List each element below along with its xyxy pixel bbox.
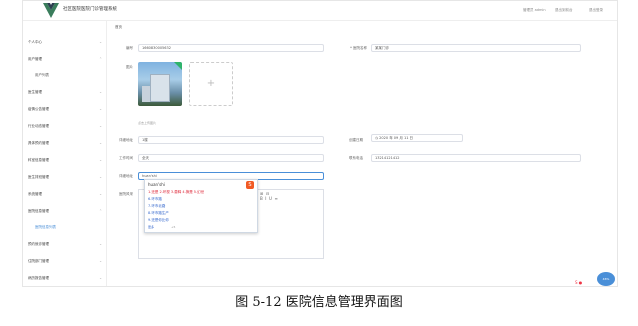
- editor-toolbar[interactable]: ⊞ ⊟ B I U ≡: [260, 191, 278, 201]
- sidebar-item-visits[interactable]: 预约就诊管理 ⌄: [28, 242, 102, 247]
- chevron-down-icon: ⌄: [99, 276, 102, 280]
- ime-candidate[interactable]: 8.环市路生产: [148, 211, 169, 216]
- upload-hint: 点击上传图片: [138, 121, 157, 125]
- top-bar: 社区医院医院门诊管理系统 管理员 admin 退出到前台 退出登录: [23, 1, 617, 21]
- ime-count: +5: [171, 225, 176, 229]
- chevron-up-icon: ⌃: [99, 209, 102, 213]
- sidebar-sub-hospital-list[interactable]: 医院信息列表: [35, 225, 56, 230]
- sidebar-item-system[interactable]: 系统管理 ⌄: [28, 192, 102, 197]
- created-label: 创建日期: [349, 138, 363, 142]
- figure-caption: 图 5-12 医院信息管理界面图: [235, 295, 403, 310]
- sidebar-item-notices[interactable]: 疫情公告管理 ⌄: [28, 107, 102, 112]
- chevron-down-icon: ⌄: [99, 141, 102, 145]
- hospital-form: 编号 1660830005632 * 医院名称 某某门诊 图片 + 点击上传图片…: [107, 34, 617, 286]
- chevron-down-icon: ⌄: [99, 192, 102, 196]
- ime-candidate[interactable]: 7.环市北路: [148, 204, 165, 209]
- hours-input[interactable]: 全天: [138, 154, 324, 162]
- chevron-down-icon: ⌄: [99, 90, 102, 94]
- app-title: 社区医院医院门诊管理系统: [63, 7, 117, 12]
- address-input[interactable]: 1楼: [138, 136, 324, 144]
- hospital-photo[interactable]: [138, 62, 182, 106]
- app-window: 社区医院医院门诊管理系统 管理员 admin 退出到前台 退出登录 个人中心 ⌄ …: [22, 0, 618, 287]
- sidebar-item-news[interactable]: 行业动态管理 ⌄: [28, 124, 102, 129]
- chevron-down-icon: ⌄: [99, 124, 102, 128]
- photo-label: 图片: [126, 65, 133, 69]
- front-link[interactable]: 退出到前台: [555, 8, 573, 13]
- chevron-down-icon: ⌄: [99, 107, 102, 111]
- ime-candidate[interactable]: 9.还是你比你: [148, 218, 169, 223]
- ime-candidate[interactable]: 1.还是 2.环视 3.患释 4.换是 5.幻世: [148, 190, 204, 195]
- tray-icons[interactable]: S ●: [575, 280, 582, 285]
- sidebar-item-schedule[interactable]: 医生排班管理 ⌄: [28, 175, 102, 180]
- chevron-up-icon: ⌃: [99, 57, 102, 61]
- logout-link[interactable]: 退出登录: [589, 8, 603, 13]
- chevron-down-icon: ⌄: [99, 158, 102, 162]
- sogou-logo-icon: S: [246, 181, 254, 189]
- sidebar-item-personal[interactable]: 个人中心 ⌄: [28, 40, 102, 45]
- ime-more-link[interactable]: 更多: [148, 225, 154, 229]
- sidebar-item-doctors[interactable]: 医生管理 ⌄: [28, 90, 102, 95]
- sidebar: 个人中心 ⌄ 用户管理 ⌃ 用户列表 医生管理 ⌄ 疫情公告管理 ⌄ 行业动态管理 ⌄ 具…: [23, 21, 107, 286]
- hours-label: 工作时间: [119, 156, 133, 160]
- intro-label: 详细地址: [119, 174, 133, 178]
- float-ball[interactable]: 46%: [597, 272, 615, 286]
- chevron-down-icon: ⌄: [99, 175, 102, 179]
- desc-label: 医院风采: [119, 192, 133, 196]
- breadcrumb[interactable]: 首页: [115, 25, 122, 30]
- check-badge-icon: [174, 62, 182, 70]
- vue-logo-icon: [43, 3, 59, 18]
- sidebar-item-hospital[interactable]: 医院信息管理 ⌃: [28, 209, 102, 214]
- sidebar-item-inpatient[interactable]: 住院部门管理 ⌄: [28, 259, 102, 264]
- sidebar-item-departments[interactable]: 科室信息管理 ⌄: [28, 158, 102, 163]
- sidebar-item-records[interactable]: 病历报告管理 ⌄: [28, 276, 102, 281]
- admin-link[interactable]: 管理员 admin: [523, 8, 546, 13]
- chevron-down-icon: ⌄: [99, 242, 102, 246]
- ime-candidate[interactable]: 6.环市路: [148, 197, 162, 202]
- address-label: 详细地址: [119, 138, 133, 142]
- code-input[interactable]: 1660830005632: [138, 44, 324, 52]
- created-date-input[interactable]: ◷ 2020 年 09 月 11 日: [371, 134, 463, 142]
- phone-input[interactable]: 13214121412: [371, 154, 581, 162]
- sidebar-item-users[interactable]: 用户管理 ⌃: [28, 57, 102, 62]
- chevron-down-icon: ⌄: [99, 40, 102, 44]
- ime-pinyin: huan'shi: [148, 182, 165, 187]
- ime-candidate-popup: huan'shi S 1.还是 2.环视 3.患释 4.换是 5.幻世 6.环市…: [144, 179, 258, 233]
- name-input[interactable]: 某某门诊: [371, 44, 581, 52]
- code-label: 编号: [126, 46, 133, 50]
- phone-label: 联系电话: [349, 156, 363, 160]
- sidebar-item-appointments[interactable]: 具体预约管理 ⌄: [28, 141, 102, 146]
- upload-button[interactable]: +: [189, 62, 233, 106]
- sidebar-sub-user-list[interactable]: 用户列表: [35, 73, 49, 78]
- chevron-down-icon: ⌄: [99, 259, 102, 263]
- name-label: * 医院名称: [350, 46, 367, 50]
